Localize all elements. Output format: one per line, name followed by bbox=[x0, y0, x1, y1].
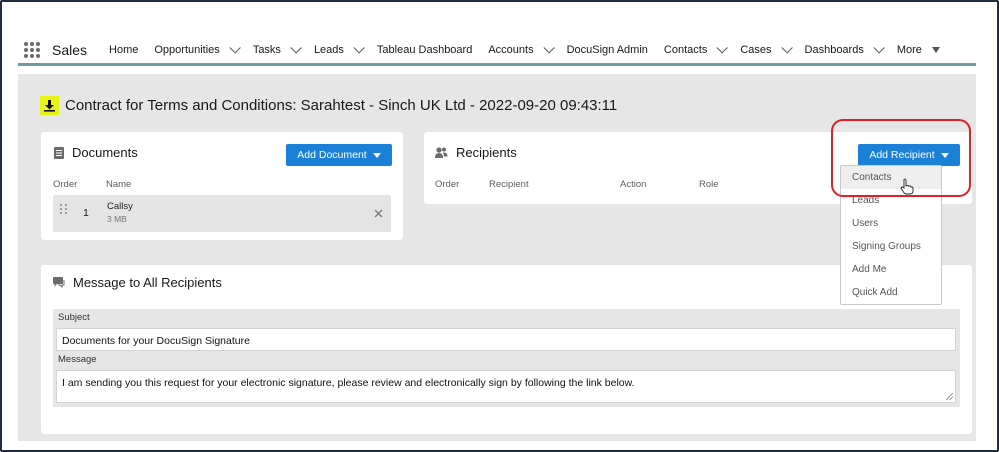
nav-item-cases[interactable]: Cases bbox=[740, 41, 793, 56]
document-size: 3 MB bbox=[107, 214, 127, 224]
app-launcher-icon[interactable] bbox=[24, 41, 40, 58]
message-textarea[interactable]: I am sending you this request for your e… bbox=[56, 370, 956, 403]
caret-down-icon bbox=[372, 152, 381, 158]
nav-item-tableau-dashboard[interactable]: Tableau Dashboard bbox=[377, 44, 472, 56]
document-order: 1 bbox=[83, 207, 89, 219]
download-icon bbox=[40, 96, 59, 115]
chevron-down-icon[interactable] bbox=[290, 41, 302, 54]
col-header-action: Action bbox=[620, 179, 647, 190]
menu-item-quick-add[interactable]: Quick Add bbox=[841, 281, 941, 304]
app-name: Sales bbox=[52, 41, 88, 58]
menu-item-signing-groups[interactable]: Signing Groups bbox=[841, 235, 941, 258]
caret-down-icon[interactable] bbox=[931, 46, 940, 53]
page-title: Contract for Terms and Conditions: Sarah… bbox=[65, 97, 618, 114]
menu-item-users[interactable]: Users bbox=[841, 212, 941, 235]
nav-item-dashboards[interactable]: Dashboards bbox=[805, 41, 885, 56]
nav-item-accounts[interactable]: Accounts bbox=[488, 41, 555, 56]
message-card: Message to All Recipients Subject Docume… bbox=[41, 265, 972, 434]
message-section-title: Message to All Recipients bbox=[73, 275, 222, 290]
highlight-annotation bbox=[831, 119, 971, 197]
add-document-button[interactable]: Add Document bbox=[286, 144, 392, 166]
chevron-down-icon[interactable] bbox=[716, 41, 729, 54]
col-header-role: Role bbox=[699, 179, 719, 190]
nav-item-leads[interactable]: Leads bbox=[314, 41, 365, 56]
subject-field[interactable]: Documents for your DocuSign Signature bbox=[56, 328, 956, 351]
chevron-down-icon[interactable] bbox=[229, 41, 241, 54]
nav-item-contacts[interactable]: Contacts bbox=[664, 41, 729, 56]
col-header-order: Order bbox=[53, 179, 78, 190]
chevron-down-icon[interactable] bbox=[873, 41, 885, 54]
nav-item-opportunities[interactable]: Opportunities bbox=[154, 41, 241, 56]
chevron-down-icon[interactable] bbox=[543, 41, 555, 54]
document-row[interactable]: 1 Callsy 3 MB bbox=[53, 195, 391, 232]
top-nav: Sales Home Opportunities Tasks Leads Tab… bbox=[18, 36, 976, 66]
resize-handle-icon[interactable] bbox=[946, 393, 953, 400]
menu-item-add-me[interactable]: Add Me bbox=[841, 258, 941, 281]
page-header: Contract for Terms and Conditions: Sarah… bbox=[40, 96, 617, 115]
message-value: I am sending you this request for your e… bbox=[62, 377, 635, 389]
drag-handle-icon[interactable] bbox=[60, 204, 68, 214]
chat-icon bbox=[53, 277, 65, 288]
col-header-order: Order bbox=[435, 179, 460, 190]
message-label: Message bbox=[58, 354, 97, 365]
document-name: Callsy bbox=[107, 201, 133, 212]
documents-card: Documents Add Document Order Name 1 Call… bbox=[41, 132, 403, 240]
nav-item-more[interactable]: More bbox=[897, 44, 940, 56]
people-icon bbox=[435, 146, 448, 158]
recipients-title: Recipients bbox=[456, 145, 517, 160]
nav-item-tasks[interactable]: Tasks bbox=[253, 41, 302, 56]
col-header-name: Name bbox=[106, 179, 132, 190]
subject-value: Documents for your DocuSign Signature bbox=[62, 335, 250, 347]
nav-item-home[interactable]: Home bbox=[109, 44, 138, 56]
subject-label: Subject bbox=[58, 312, 90, 323]
close-icon[interactable] bbox=[374, 209, 383, 218]
chevron-down-icon[interactable] bbox=[353, 41, 365, 54]
chevron-down-icon[interactable] bbox=[780, 41, 793, 54]
document-icon bbox=[54, 146, 64, 159]
col-header-recipient: Recipient bbox=[489, 179, 529, 190]
nav-item-docusign-admin[interactable]: DocuSign Admin bbox=[567, 44, 648, 56]
documents-title: Documents bbox=[72, 145, 138, 160]
